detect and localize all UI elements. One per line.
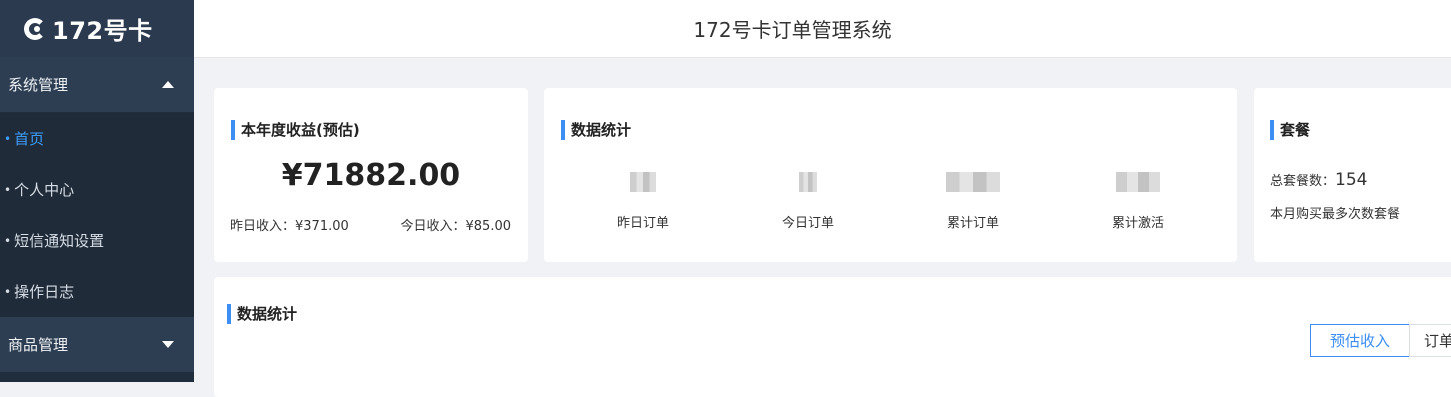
package-total-value: 154 <box>1335 170 1368 190</box>
chart-section-card: 数据统计 预估收入 订单 <box>214 277 1451 397</box>
logo-text: 172号卡 <box>52 17 153 45</box>
sidebar-item-label: 首页 <box>14 130 45 148</box>
menu-group-products[interactable]: 商品管理 <box>0 317 194 372</box>
title-accent-bar <box>1270 119 1274 140</box>
revenue-card: 本年度收益(预估) ¥71882.00 昨日收入：¥371.00 今日收入：¥8… <box>214 88 528 262</box>
title-accent-bar <box>227 303 231 324</box>
sidebar-item-label: 个人中心 <box>14 181 75 199</box>
logo[interactable]: 172号卡 <box>0 0 194 57</box>
sidebar: 172号卡 系统管理 • 首页 • 个人中心 • 短信通知设置 • 操作日志 商… <box>0 0 194 382</box>
sidebar-item-sms-settings[interactable]: • 短信通知设置 <box>0 215 194 266</box>
package-note: 本月购买最多次数套餐 <box>1270 207 1401 222</box>
sidebar-item-operation-log[interactable]: • 操作日志 <box>0 266 194 317</box>
blurred-value <box>1116 172 1160 192</box>
logo-icon <box>24 17 46 40</box>
page-title: 172号卡订单管理系统 <box>693 18 892 42</box>
sidebar-item-home[interactable]: • 首页 <box>0 113 194 164</box>
title-accent-bar <box>231 119 235 140</box>
package-total-label: 总套餐数： <box>1270 174 1336 189</box>
sidebar-item-label: 操作日志 <box>14 283 75 301</box>
tab-estimated-income[interactable]: 预估收入 <box>1310 324 1410 357</box>
card-title-text: 数据统计 <box>571 121 632 139</box>
blurred-value <box>799 172 817 192</box>
card-title: 套餐 <box>1270 119 1310 140</box>
stat-total-activations: 累计激活 <box>1093 172 1183 231</box>
bullet-icon: • <box>4 131 12 146</box>
annual-revenue-amount: ¥71882.00 <box>281 158 461 193</box>
stats-card: 数据统计 昨日订单 今日订单 累计订单 累计激活 <box>544 88 1237 262</box>
title-accent-bar <box>561 119 565 140</box>
tab-orders[interactable]: 订单 <box>1409 324 1451 357</box>
card-title-text: 本年度收益(预估) <box>241 121 360 139</box>
package-card: 套餐 总套餐数：154 本月购买最多次数套餐 <box>1254 88 1451 262</box>
stat-label: 昨日订单 <box>616 216 669 231</box>
bullet-icon: • <box>4 233 12 248</box>
today-income: 今日收入：¥85.00 <box>400 219 512 234</box>
bullet-icon: • <box>4 284 12 299</box>
blurred-value <box>946 172 1000 192</box>
blurred-value <box>630 172 656 192</box>
stat-label: 累计订单 <box>946 216 999 231</box>
bullet-icon: • <box>4 182 12 197</box>
stat-label: 累计激活 <box>1111 216 1164 231</box>
yesterday-income: 昨日收入：¥371.00 <box>230 219 349 234</box>
stat-total-orders: 累计订单 <box>928 172 1018 231</box>
menu-group-system[interactable]: 系统管理 <box>0 57 194 112</box>
chevron-down-icon <box>162 341 174 348</box>
card-title: 数据统计 <box>561 119 631 140</box>
submenu-system: • 首页 • 个人中心 • 短信通知设置 • 操作日志 <box>0 112 194 317</box>
stat-today-orders: 今日订单 <box>763 172 853 231</box>
sidebar-item-profile[interactable]: • 个人中心 <box>0 164 194 215</box>
stat-label: 今日订单 <box>781 216 834 231</box>
sidebar-item-label: 短信通知设置 <box>14 232 105 250</box>
menu-group-label: 系统管理 <box>8 76 69 94</box>
package-total: 总套餐数：154 <box>1270 170 1367 190</box>
card-title-text: 数据统计 <box>237 305 298 323</box>
card-title-text: 套餐 <box>1280 121 1311 139</box>
header: 172号卡订单管理系统 <box>194 0 1451 58</box>
stat-yesterday-orders: 昨日订单 <box>598 172 688 231</box>
card-title: 本年度收益(预估) <box>231 119 360 140</box>
menu-group-label: 商品管理 <box>8 336 69 354</box>
card-title: 数据统计 <box>227 303 297 324</box>
chevron-up-icon <box>162 81 174 88</box>
